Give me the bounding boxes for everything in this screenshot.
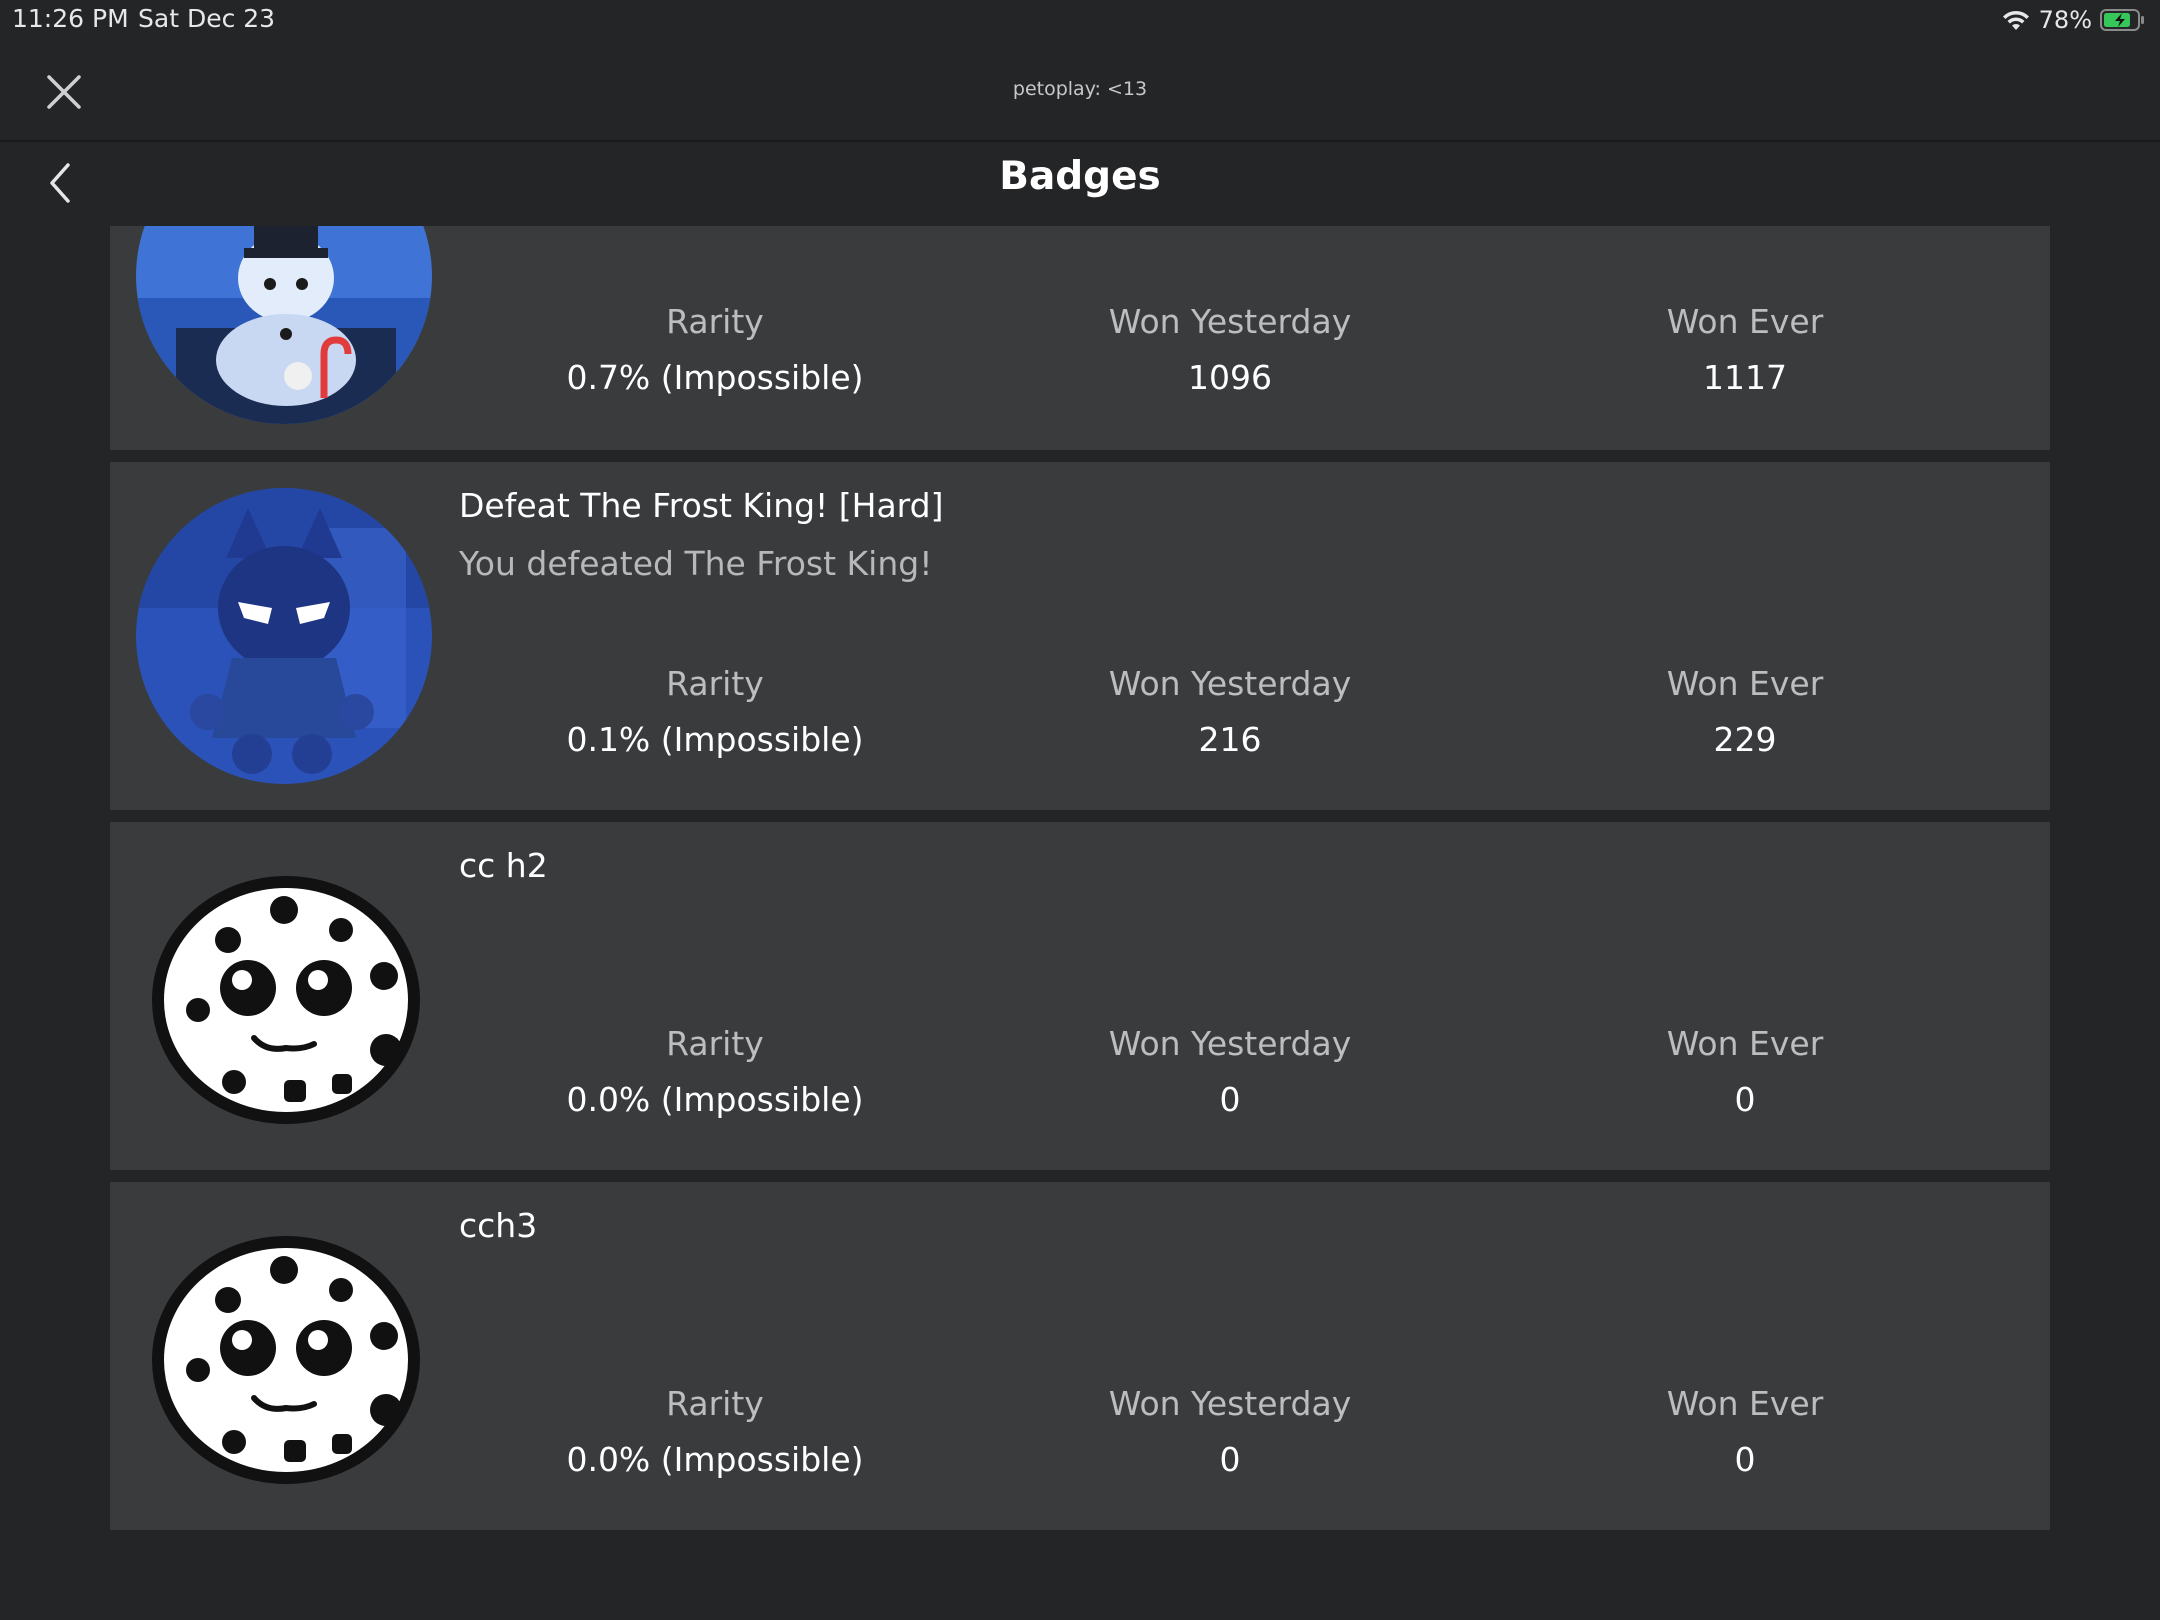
badge-description: You defeated The Frost King! [459, 544, 933, 583]
won-ever-stat: Won Ever 0 [1485, 1024, 2005, 1120]
rarity-stat: Rarity 0.0% (Impossible) [455, 1384, 975, 1480]
status-date: Sat Dec 23 [138, 4, 276, 33]
top-bar: petoplay: <13 [0, 40, 2160, 142]
won-yesterday-label: Won Yesterday [1108, 1384, 1352, 1423]
badge-name: cc h2 [459, 846, 548, 885]
won-ever-label: Won Ever [1666, 302, 1824, 341]
page-header: Badges [0, 142, 2160, 226]
won-yesterday-value: 216 [1198, 720, 1262, 759]
badge-name: Defeat The Frost King! [Hard] [459, 486, 944, 525]
won-ever-stat: Won Ever 0 [1485, 1384, 2005, 1480]
won-ever-label: Won Ever [1666, 664, 1824, 703]
won-ever-label: Won Ever [1666, 1024, 1824, 1063]
rarity-value: 0.0% (Impossible) [566, 1440, 864, 1479]
cookie-face-badge-icon [136, 1208, 432, 1504]
rarity-value: 0.0% (Impossible) [566, 1080, 864, 1119]
status-time: 11:26 PM [12, 4, 129, 33]
rarity-label: Rarity [666, 1024, 764, 1063]
badge-list[interactable]: Rarity 0.7% (Impossible) Won Yesterday 1… [110, 226, 2050, 1620]
top-bar-title: petoplay: <13 [1012, 78, 1148, 100]
won-ever-stat: Won Ever 1117 [1485, 302, 2005, 398]
status-bar: 11:26 PM Sat Dec 23 78% [0, 0, 2160, 40]
rarity-stat: Rarity 0.7% (Impossible) [455, 302, 975, 398]
won-yesterday-stat: Won Yesterday 1096 [970, 302, 1490, 398]
cookie-face-badge-icon [136, 848, 432, 1144]
won-yesterday-stat: Won Yesterday 0 [970, 1384, 1490, 1480]
wifi-icon [2001, 8, 2031, 32]
rarity-stat: Rarity 0.0% (Impossible) [455, 1024, 975, 1120]
battery-percentage: 78% [2038, 6, 2092, 34]
battery-icon [2100, 8, 2146, 32]
won-yesterday-value: 0 [1219, 1080, 1241, 1119]
frost-king-badge-icon [136, 488, 432, 784]
won-ever-value: 1117 [1703, 358, 1787, 397]
snowman-badge-icon [136, 226, 432, 424]
page-title: Badges [999, 154, 1161, 199]
won-ever-value: 0 [1734, 1080, 1756, 1119]
won-yesterday-label: Won Yesterday [1108, 302, 1352, 341]
won-ever-label: Won Ever [1666, 1384, 1824, 1423]
badge-card[interactable]: cc h2 Rarity 0.0% (Impossible) Won Yeste… [110, 822, 2050, 1170]
rarity-label: Rarity [666, 1384, 764, 1423]
rarity-value: 0.7% (Impossible) [566, 358, 864, 397]
badge-name: cch3 [459, 1206, 538, 1245]
rarity-label: Rarity [666, 302, 764, 341]
badge-card[interactable]: Rarity 0.7% (Impossible) Won Yesterday 1… [110, 226, 2050, 450]
won-yesterday-label: Won Yesterday [1108, 664, 1352, 703]
badge-card[interactable]: Defeat The Frost King! [Hard] You defeat… [110, 462, 2050, 810]
rarity-value: 0.1% (Impossible) [566, 720, 864, 759]
rarity-label: Rarity [666, 664, 764, 703]
won-yesterday-stat: Won Yesterday 216 [970, 664, 1490, 760]
badge-card[interactable]: cch3 Rarity 0.0% (Impossible) Won Yester… [110, 1182, 2050, 1530]
rarity-stat: Rarity 0.1% (Impossible) [455, 664, 975, 760]
status-indicators: 78% [2001, 4, 2146, 36]
won-ever-stat: Won Ever 229 [1485, 664, 2005, 760]
won-ever-value: 0 [1734, 1440, 1756, 1479]
won-yesterday-value: 0 [1219, 1440, 1241, 1479]
won-yesterday-value: 1096 [1188, 358, 1272, 397]
won-yesterday-label: Won Yesterday [1108, 1024, 1352, 1063]
won-yesterday-stat: Won Yesterday 0 [970, 1024, 1490, 1120]
won-ever-value: 229 [1713, 720, 1777, 759]
